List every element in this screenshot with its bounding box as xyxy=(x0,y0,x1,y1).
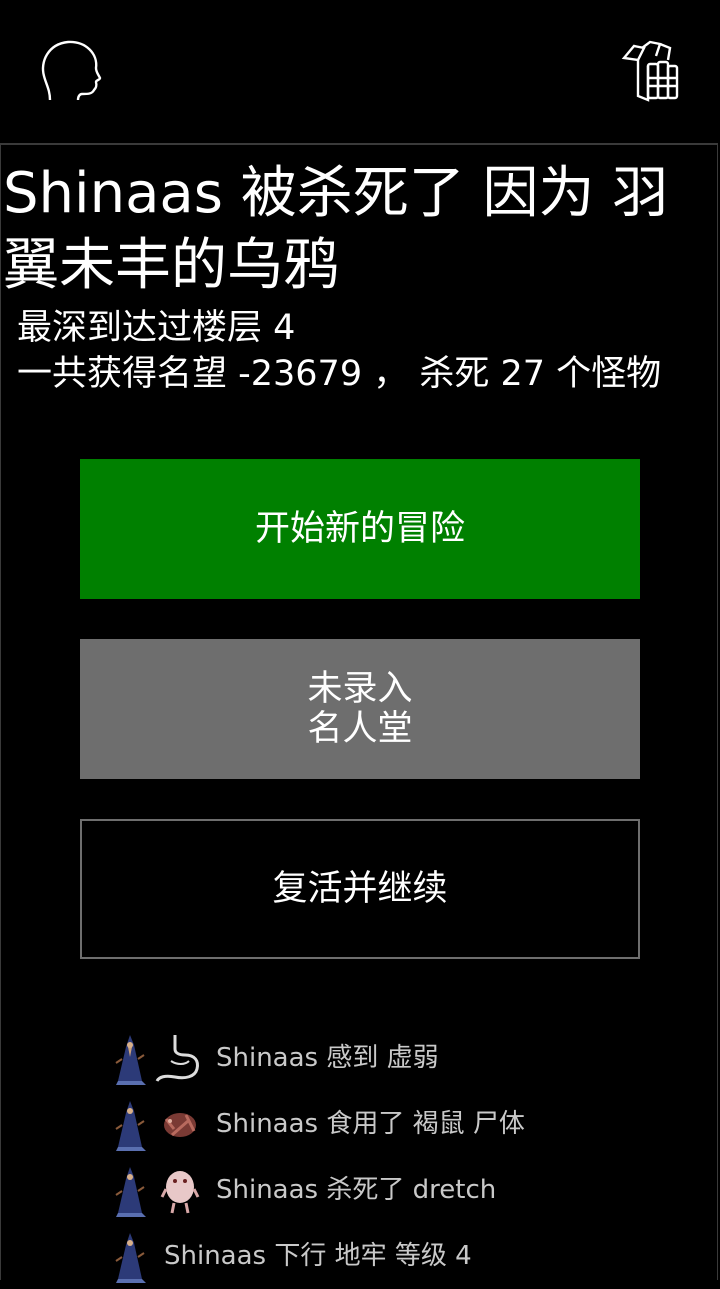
death-title: Shinaas 被杀死了 因为 羽翼未丰的乌鸦 xyxy=(3,161,669,298)
hall-of-fame-label-line2: 名人堂 xyxy=(307,709,413,749)
head-outline-icon[interactable] xyxy=(36,38,102,106)
rat-corpse-icon xyxy=(160,1101,200,1153)
revive-continue-button[interactable]: 复活并继续 xyxy=(80,819,640,959)
player-wizard-icon xyxy=(112,1099,150,1151)
player-wizard-icon xyxy=(112,1033,150,1085)
hall-of-fame-label-line1: 未录入 xyxy=(307,669,413,709)
dretch-monster-icon xyxy=(160,1163,200,1215)
log-item: Shinaas 食用了 褐鼠 尸体 xyxy=(0,1091,720,1157)
inventory-icon[interactable] xyxy=(616,38,682,106)
log-text: Shinaas 下行 地牢 等级 4 xyxy=(164,1241,472,1271)
log-text: Shinaas 食用了 褐鼠 尸体 xyxy=(216,1109,525,1139)
new-adventure-button[interactable]: 开始新的冒险 xyxy=(80,459,640,599)
stomach-icon xyxy=(155,1031,205,1083)
log-item: Shinaas 杀死了 dretch xyxy=(0,1157,720,1223)
log-text: Shinaas 感到 虚弱 xyxy=(216,1043,439,1073)
log-text: Shinaas 杀死了 dretch xyxy=(216,1175,497,1205)
player-wizard-icon xyxy=(112,1165,150,1217)
hall-of-fame-button[interactable]: 未录入 名人堂 xyxy=(80,639,640,779)
fame-kills-summary: 一共获得名望 -23679 ， 杀死 27 个怪物 xyxy=(17,354,662,394)
top-bar xyxy=(0,0,720,143)
new-adventure-label: 开始新的冒险 xyxy=(254,509,465,549)
revive-label: 复活并继续 xyxy=(272,869,448,909)
player-wizard-icon xyxy=(112,1231,150,1283)
log-item: Shinaas 下行 地牢 等级 4 xyxy=(0,1223,720,1289)
max-depth-text: 最深到达过楼层 4 xyxy=(17,308,296,348)
log-item: Shinaas 感到 虚弱 xyxy=(0,1025,720,1091)
